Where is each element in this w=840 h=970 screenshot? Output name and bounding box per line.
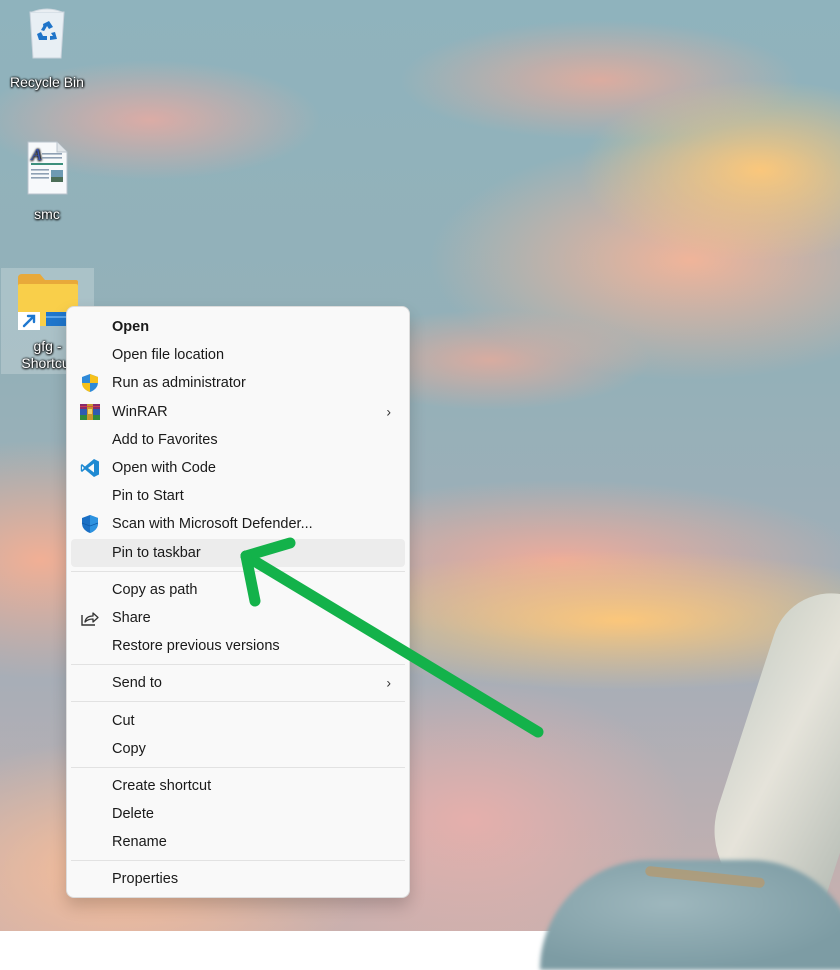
- desktop-icon-label: smc: [34, 206, 60, 222]
- menu-item-label: Cut: [112, 712, 135, 729]
- context-menu: Open Open file location Run as administr…: [66, 306, 410, 898]
- menu-item-label: Pin to Start: [112, 488, 184, 505]
- menu-item-label: Rename: [112, 834, 167, 851]
- menu-separator: [71, 701, 405, 703]
- desktop-icon-label: Recycle Bin: [10, 74, 84, 90]
- menu-item-label: WinRAR: [112, 403, 168, 420]
- desktop-icon-recycle-bin[interactable]: Recycle Bin: [0, 6, 94, 94]
- menu-item-label: Run as administrator: [112, 375, 246, 392]
- desktop-icon-smc[interactable]: A smc: [0, 140, 94, 226]
- menu-item-create-shortcut[interactable]: Create shortcut: [71, 772, 405, 800]
- svg-text:A: A: [30, 145, 42, 164]
- defender-shield-icon: [79, 514, 101, 534]
- menu-item-label: Restore previous versions: [112, 638, 280, 655]
- menu-item-label: Open: [112, 319, 150, 336]
- menu-item-label: Create shortcut: [112, 777, 212, 794]
- menu-item-label: Properties: [112, 871, 179, 888]
- menu-separator: [71, 766, 405, 768]
- share-icon: [79, 608, 101, 628]
- menu-separator: [71, 860, 405, 862]
- menu-item-label: Copy as path: [112, 581, 198, 598]
- menu-item-share[interactable]: Share: [71, 604, 405, 632]
- menu-item-pin-to-start[interactable]: Pin to Start: [71, 482, 405, 510]
- menu-item-properties[interactable]: Properties: [71, 865, 405, 893]
- menu-item-label: Open file location: [112, 347, 225, 364]
- menu-item-send-to[interactable]: Send to ›: [71, 669, 405, 697]
- menu-item-label: Pin to taskbar: [112, 544, 201, 561]
- uac-shield-icon: [79, 373, 101, 393]
- menu-item-label: Add to Favorites: [112, 431, 218, 448]
- menu-item-restore-previous-versions[interactable]: Restore previous versions: [71, 632, 405, 660]
- recycle-bin-icon: [23, 6, 71, 62]
- menu-item-open-file-location[interactable]: Open file location: [71, 341, 405, 369]
- menu-item-scan-with-defender[interactable]: Scan with Microsoft Defender...: [71, 510, 405, 538]
- menu-item-label: Delete: [112, 806, 154, 823]
- vscode-icon: [79, 458, 101, 478]
- document-icon: A: [25, 140, 69, 196]
- menu-item-open-with-code[interactable]: Open with Code: [71, 454, 405, 482]
- menu-item-label: Open with Code: [112, 460, 216, 477]
- menu-item-copy-as-path[interactable]: Copy as path: [71, 576, 405, 604]
- menu-item-copy[interactable]: Copy: [71, 735, 405, 763]
- menu-item-run-as-administrator[interactable]: Run as administrator: [71, 369, 405, 397]
- menu-separator: [71, 570, 405, 572]
- winrar-icon: [79, 402, 101, 422]
- menu-item-label: Scan with Microsoft Defender...: [112, 516, 313, 533]
- menu-item-label: Share: [112, 609, 151, 626]
- chevron-right-icon: ›: [386, 403, 391, 420]
- menu-item-label: Copy: [112, 740, 146, 757]
- menu-separator: [71, 664, 405, 666]
- menu-item-open[interactable]: Open: [71, 313, 405, 341]
- menu-item-add-to-favorites[interactable]: Add to Favorites: [71, 426, 405, 454]
- menu-item-winrar[interactable]: WinRAR ›: [71, 398, 405, 426]
- menu-item-cut[interactable]: Cut: [71, 706, 405, 734]
- menu-item-delete[interactable]: Delete: [71, 800, 405, 828]
- chevron-right-icon: ›: [386, 675, 391, 692]
- menu-item-rename[interactable]: Rename: [71, 828, 405, 856]
- menu-item-pin-to-taskbar[interactable]: Pin to taskbar: [71, 538, 405, 567]
- menu-item-label: Send to: [112, 675, 162, 692]
